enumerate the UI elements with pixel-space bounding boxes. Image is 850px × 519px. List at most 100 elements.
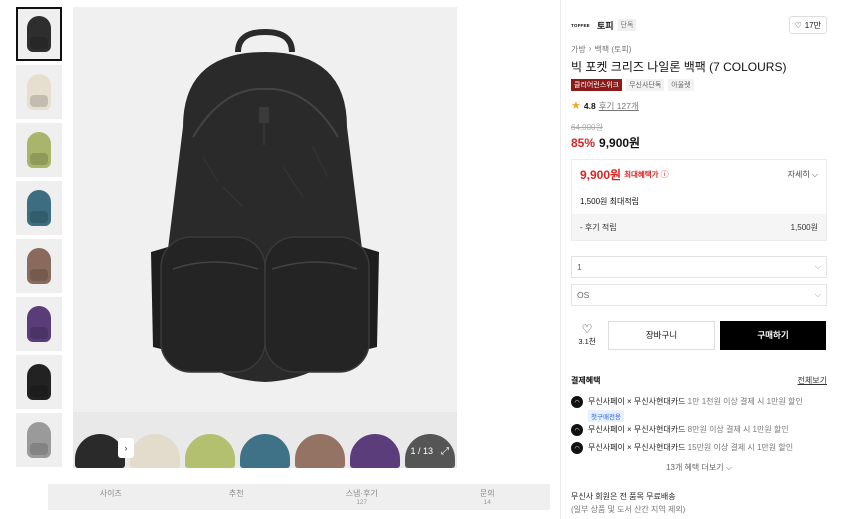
clearance-badge: 클리어런스위크 — [571, 79, 623, 91]
purchase-actions: ♡ 3.1천 장바구니 구매하기 — [571, 320, 827, 350]
card-name: 무신사페이 × 무신사현대카드 — [588, 443, 686, 452]
brand-logo[interactable]: TOFFEE — [571, 23, 591, 28]
heart-icon: ♡ — [581, 322, 593, 336]
backpack-thumbnail-image — [27, 248, 51, 284]
wishlist-count: 3.1천 — [578, 337, 596, 346]
divider — [560, 0, 561, 519]
first-purchase-tag: 첫구매전용 — [588, 410, 624, 422]
add-to-cart-button[interactable]: 장바구니 — [608, 320, 715, 350]
tab-inquiry[interactable]: 문의 14 — [425, 484, 551, 510]
heart-icon: ♡ — [794, 20, 802, 30]
swatch-image — [294, 434, 345, 468]
tab-snap-review[interactable]: 스냅·후기 127 — [299, 484, 425, 510]
backpack-thumbnail-image — [27, 422, 51, 458]
card-icon: ◠ — [571, 396, 583, 408]
backpack-thumbnail-image — [27, 132, 51, 168]
chevron-right-icon: › — [588, 44, 592, 53]
color-swatch-5[interactable] — [292, 412, 348, 468]
product-title: 빅 포켓 크리즈 나일론 백팩 (7 COLOURS) — [571, 60, 787, 74]
chevron-down-icon: ⌵ — [814, 262, 821, 271]
color-swatch-6[interactable] — [347, 412, 403, 468]
benefit-detail-toggle[interactable]: 자세히 ⌵ — [788, 169, 818, 180]
card-icon: ◠ — [571, 442, 583, 454]
payment-benefit-item: ◠ 무신사페이 × 무신사현대카드 15만원 이상 결제 시 1만원 할인 — [571, 442, 827, 454]
breadcrumb: 가방 › 백팩 (토피) — [571, 44, 631, 55]
review-points-value: 1,500원 — [790, 222, 818, 232]
max-points: 1,500원 최대적립 — [580, 196, 640, 206]
discount-rate: 85% — [571, 136, 596, 150]
benefit-desc: 15만원 이상 결제 시 1만원 할인 — [687, 443, 794, 452]
more-benefits-button[interactable]: 13개 혜택 더보기 ⌵ — [571, 462, 827, 473]
buy-now-button[interactable]: 구매하기 — [720, 320, 826, 350]
price-row: 85% 9,900원 — [571, 134, 640, 151]
backpack-thumbnail-image — [27, 190, 51, 226]
brand-row: TOFFEE 토피 단독 ♡ 17만 — [571, 16, 827, 34]
tab-recommend[interactable]: 추천 — [174, 484, 300, 510]
star-icon: ★ — [571, 100, 581, 112]
sale-price: 9,900원 — [599, 136, 641, 150]
swatch-image — [349, 434, 400, 468]
option-select-1[interactable]: 1 ⌵ — [571, 256, 827, 278]
backpack-thumbnail-image — [27, 306, 51, 342]
breadcrumb-item[interactable]: 백팩 (토피) — [594, 44, 631, 55]
thumbnail-5[interactable] — [16, 239, 62, 293]
review-points-row: - 후기 적립 1,500원 — [572, 214, 826, 240]
review-count-link[interactable]: 후기 127개 — [599, 100, 639, 112]
view-all-link[interactable]: 전체보기 — [798, 375, 827, 386]
card-icon: ◠ — [571, 424, 583, 436]
brand-like-button[interactable]: ♡ 17만 — [788, 16, 827, 34]
backpack-thumbnail-image — [27, 74, 51, 110]
thumbnail-list — [16, 7, 64, 471]
detail-tab-bar: 사이즈 추천 스냅·후기 127 문의 14 — [48, 484, 550, 510]
outlet-badge: 아울렛 — [668, 79, 694, 91]
thumbnail-7[interactable] — [16, 355, 62, 409]
info-icon[interactable]: ⓘ — [661, 169, 669, 180]
image-counter: 1 / 13 — [410, 446, 433, 456]
brand-name[interactable]: 토피 — [597, 19, 614, 32]
payment-benefits-header: 결제혜택 전체보기 — [571, 375, 827, 386]
tab-size[interactable]: 사이즈 — [48, 484, 174, 510]
free-shipping-text: 무신사 회원은 전 품목 무료배송 — [571, 492, 676, 501]
thumbnail-1[interactable] — [16, 7, 62, 61]
thumbnail-2[interactable] — [16, 65, 62, 119]
option-select-size[interactable]: OS ⌵ — [571, 284, 827, 306]
thumbnail-4[interactable] — [16, 181, 62, 235]
main-product-image[interactable]: › 1 / 13 ⤢ — [73, 7, 457, 468]
exclusive-badge: 단독 — [617, 19, 637, 31]
max-benefit-label: 최대혜택가 — [624, 169, 659, 179]
expand-icon[interactable]: ⤢ — [441, 446, 449, 457]
rating-value: 4.8 — [583, 100, 596, 111]
review-points-label: - 후기 적립 — [580, 222, 617, 232]
backpack-thumbnail-image — [27, 16, 51, 52]
wishlist-button[interactable]: ♡ 3.1천 — [571, 323, 603, 347]
chevron-down-icon: ⌵ — [814, 290, 821, 299]
color-swatch-4[interactable] — [237, 412, 293, 468]
benefit-desc: 8만원 이상 결제 시 1만원 할인 — [687, 425, 789, 434]
brand-like-count: 17만 — [804, 20, 821, 30]
shipping-exception-text: (일부 상품 및 도서 산간 지역 제외) — [571, 505, 686, 514]
thumbnail-8[interactable] — [16, 413, 62, 467]
chevron-down-icon: ⌵ — [725, 463, 732, 472]
swatch-image — [240, 434, 290, 468]
max-benefit-price: 9,900원 — [580, 167, 622, 182]
backpack-thumbnail-image — [27, 364, 51, 400]
thumbnail-3[interactable] — [16, 123, 62, 177]
payment-benefits-title: 결제혜택 — [571, 376, 601, 385]
card-name: 무신사페이 × 무신사현대카드 — [588, 397, 686, 406]
color-swatch-2[interactable] — [127, 412, 183, 468]
original-price: 64,000원 — [571, 123, 603, 132]
swatch-image — [185, 434, 236, 468]
color-swatch-3[interactable] — [182, 412, 238, 468]
color-swatch-7[interactable] — [402, 412, 457, 468]
exclusive-badge: 무신사단독 — [626, 79, 665, 91]
max-benefit-header[interactable]: 9,900원 최대혜택가 ⓘ 자세히 ⌵ — [572, 160, 826, 188]
shipping-info: 무신사 회원은 전 품목 무료배송 (일부 상품 및 도서 산간 지역 제외) — [571, 490, 685, 516]
payment-benefit-item: ◠ 무신사페이 × 무신사현대카드 8만원 이상 결제 시 1만원 할인 — [571, 424, 827, 436]
chevron-down-icon: ⌵ — [811, 169, 818, 179]
chevron-right-icon[interactable]: › — [118, 438, 134, 458]
card-name: 무신사페이 × 무신사현대카드 — [588, 425, 686, 434]
benefit-desc: 1만 1천원 이상 결제 시 1만원 할인 — [687, 397, 803, 406]
breadcrumb-item[interactable]: 가방 — [571, 44, 586, 55]
thumbnail-6[interactable] — [16, 297, 62, 351]
badge-row: 클리어런스위크 무신사단독 아울렛 — [571, 79, 694, 91]
